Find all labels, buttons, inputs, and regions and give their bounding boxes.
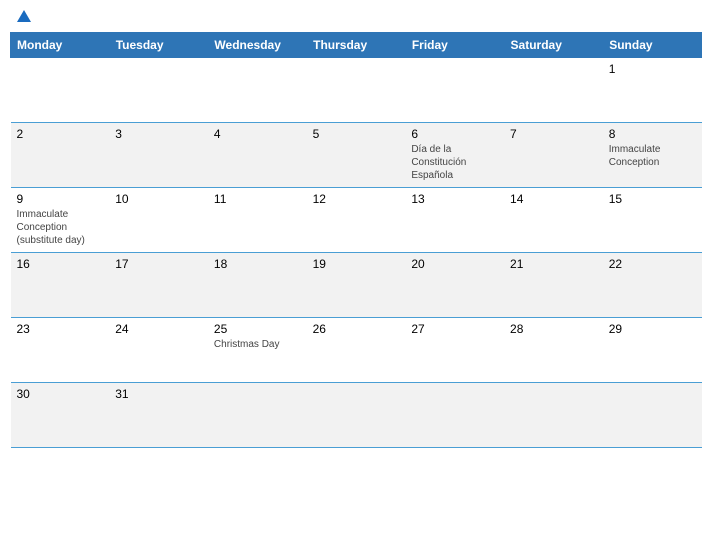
calendar-week-row: 1 <box>11 58 702 123</box>
day-number: 10 <box>115 192 202 206</box>
calendar-cell <box>405 58 504 123</box>
calendar-table: MondayTuesdayWednesdayThursdayFridaySatu… <box>10 32 702 448</box>
calendar-cell: 9 Immaculate Conception (substitute day) <box>11 188 110 253</box>
logo <box>15 10 33 22</box>
calendar-cell: 29 <box>603 318 702 383</box>
day-number: 24 <box>115 322 202 336</box>
calendar-cell: 1 <box>603 58 702 123</box>
calendar-cell <box>11 58 110 123</box>
day-number: 27 <box>411 322 498 336</box>
calendar-week-row: 23 24 25 Christmas Day 26 27 28 29 <box>11 318 702 383</box>
day-event: Día de la Constitución Española <box>411 144 466 181</box>
day-number: 25 <box>214 322 301 336</box>
calendar-cell <box>307 383 406 448</box>
day-event: Immaculate Conception (substitute day) <box>17 209 85 246</box>
day-number: 7 <box>510 127 597 141</box>
weekday-header-friday: Friday <box>405 33 504 58</box>
calendar-cell: 6 Día de la Constitución Española <box>405 123 504 188</box>
calendar-cell: 28 <box>504 318 603 383</box>
calendar-header <box>10 10 702 22</box>
weekday-header-saturday: Saturday <box>504 33 603 58</box>
weekday-header-row: MondayTuesdayWednesdayThursdayFridaySatu… <box>11 33 702 58</box>
day-event: Immaculate Conception <box>609 144 661 168</box>
day-number: 2 <box>17 127 104 141</box>
calendar-cell: 21 <box>504 253 603 318</box>
calendar-week-row: 16 17 18 19 20 21 22 <box>11 253 702 318</box>
day-number: 6 <box>411 127 498 141</box>
day-number: 28 <box>510 322 597 336</box>
day-number: 15 <box>609 192 696 206</box>
calendar-cell: 11 <box>208 188 307 253</box>
day-number: 14 <box>510 192 597 206</box>
calendar-cell: 19 <box>307 253 406 318</box>
calendar-cell: 7 <box>504 123 603 188</box>
calendar-week-row: 9 Immaculate Conception (substitute day) 1… <box>11 188 702 253</box>
calendar-cell: 20 <box>405 253 504 318</box>
day-number: 21 <box>510 257 597 271</box>
logo-triangle-icon <box>17 10 31 22</box>
weekday-header-tuesday: Tuesday <box>109 33 208 58</box>
weekday-header-sunday: Sunday <box>603 33 702 58</box>
day-number: 9 <box>17 192 104 206</box>
weekday-header-wednesday: Wednesday <box>208 33 307 58</box>
day-number: 13 <box>411 192 498 206</box>
day-number: 16 <box>17 257 104 271</box>
calendar-cell <box>603 383 702 448</box>
calendar-cell: 3 <box>109 123 208 188</box>
calendar-cell: 15 <box>603 188 702 253</box>
day-number: 17 <box>115 257 202 271</box>
calendar-cell <box>109 58 208 123</box>
calendar-cell: 22 <box>603 253 702 318</box>
calendar-cell: 31 <box>109 383 208 448</box>
day-number: 11 <box>214 192 301 206</box>
calendar-cell: 18 <box>208 253 307 318</box>
calendar-cell: 16 <box>11 253 110 318</box>
calendar-cell: 30 <box>11 383 110 448</box>
calendar-cell <box>504 383 603 448</box>
calendar-cell <box>307 58 406 123</box>
day-number: 12 <box>313 192 400 206</box>
calendar-week-row: 23456 Día de la Constitución Española 78 Im… <box>11 123 702 188</box>
calendar-cell: 12 <box>307 188 406 253</box>
day-number: 30 <box>17 387 104 401</box>
calendar-cell: 27 <box>405 318 504 383</box>
day-number: 1 <box>609 62 696 76</box>
day-number: 19 <box>313 257 400 271</box>
calendar-cell: 8 Immaculate Conception <box>603 123 702 188</box>
day-number: 18 <box>214 257 301 271</box>
day-event: Christmas Day <box>214 339 280 350</box>
day-number: 23 <box>17 322 104 336</box>
weekday-header-thursday: Thursday <box>307 33 406 58</box>
weekday-header-monday: Monday <box>11 33 110 58</box>
calendar-cell: 26 <box>307 318 406 383</box>
day-number: 8 <box>609 127 696 141</box>
calendar-cell: 10 <box>109 188 208 253</box>
calendar-cell <box>504 58 603 123</box>
calendar-cell: 17 <box>109 253 208 318</box>
calendar-cell <box>405 383 504 448</box>
calendar-cell: 23 <box>11 318 110 383</box>
calendar-cell: 14 <box>504 188 603 253</box>
calendar-cell: 24 <box>109 318 208 383</box>
day-number: 26 <box>313 322 400 336</box>
calendar-week-row: 30 31 <box>11 383 702 448</box>
day-number: 29 <box>609 322 696 336</box>
day-number: 22 <box>609 257 696 271</box>
calendar-cell: 4 <box>208 123 307 188</box>
calendar-cell: 25 Christmas Day <box>208 318 307 383</box>
calendar-cell: 13 <box>405 188 504 253</box>
day-number: 20 <box>411 257 498 271</box>
calendar-cell <box>208 58 307 123</box>
calendar-cell: 2 <box>11 123 110 188</box>
day-number: 4 <box>214 127 301 141</box>
calendar-cell: 5 <box>307 123 406 188</box>
day-number: 3 <box>115 127 202 141</box>
day-number: 5 <box>313 127 400 141</box>
day-number: 31 <box>115 387 202 401</box>
calendar-cell <box>208 383 307 448</box>
